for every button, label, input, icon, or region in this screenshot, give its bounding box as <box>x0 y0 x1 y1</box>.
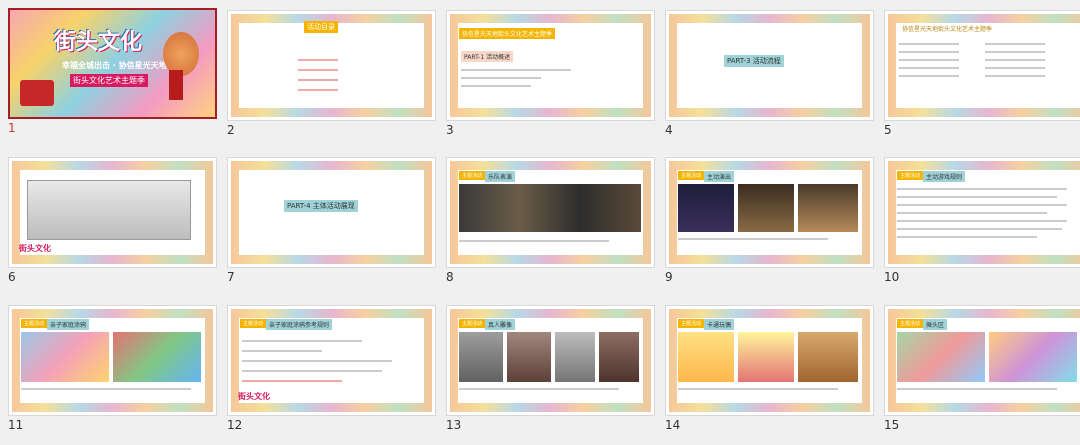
teddy-bear-photo <box>798 332 858 382</box>
floor-plan-image <box>27 180 191 240</box>
slide-sorter-grid: 街头文化 幸福全城出击 · 协信星光天地 街头文化艺术主题季 1 活动目录 2 … <box>0 0 1080 432</box>
slide-1-canvas[interactable]: 街头文化 幸福全城出击 · 协信星光天地 街头文化艺术主题季 <box>8 8 217 119</box>
slide-3-canvas[interactable]: 协信星光天地街头文化艺术主题季 PART-1 活动概述 <box>446 10 655 121</box>
stall-photo-2 <box>989 332 1077 382</box>
section-label: PART-1 活动概述 <box>461 51 514 62</box>
brand-logo: 街头文化 <box>238 392 270 401</box>
slide-number: 11 <box>8 418 24 432</box>
slide-thumb-14[interactable]: 主题活动 卡通玩偶 14 <box>665 305 874 445</box>
slide-thumb-12[interactable]: 主题活动 亲子家庭涂鸦参考规则 街头文化 12 <box>227 305 436 445</box>
slide-thumb-1[interactable]: 街头文化 幸福全城出击 · 协信星光天地 街头文化艺术主题季 1 <box>8 8 217 148</box>
slide-4-canvas[interactable]: PART-3 活动流程 <box>665 10 874 121</box>
activity-tag: 主题活动 <box>21 319 48 328</box>
slide-heading: 主动游戏规则 <box>923 171 966 182</box>
slide-8-canvas[interactable]: 主题活动 乐队表演 <box>446 157 655 268</box>
activity-tag: 主题活动 <box>897 319 924 328</box>
slide-thumb-11[interactable]: 主题活动 亲子家庭涂鸦 11 <box>8 305 217 445</box>
slide-heading: 真人雕像 <box>485 319 516 330</box>
slide-number: 10 <box>884 270 900 284</box>
slide-title: 协信星光天地街头文化艺术主题季 <box>459 28 556 39</box>
stage-photo-2 <box>738 184 794 232</box>
slide-6-canvas[interactable]: 街头文化 <box>8 157 217 268</box>
postbox-illustration <box>169 70 183 100</box>
activity-tag: 主题活动 <box>897 171 924 180</box>
slide-number: 5 <box>884 123 892 137</box>
slide-number: 14 <box>665 418 681 432</box>
slide-14-canvas[interactable]: 主题活动 卡通玩偶 <box>665 305 874 416</box>
slide-thumb-8[interactable]: 主题活动 乐队表演 8 <box>446 157 655 297</box>
slide-thumb-3[interactable]: 协信星光天地街头文化艺术主题季 PART-1 活动概述 3 <box>446 10 655 150</box>
slide-2-canvas[interactable]: 活动目录 <box>227 10 436 121</box>
slide-9-canvas[interactable]: 主题活动 主动演出 <box>665 157 874 268</box>
slide-number: 12 <box>227 418 243 432</box>
slide-number: 13 <box>446 418 462 432</box>
mascot-photo-2 <box>738 332 794 382</box>
activity-tag: 主题活动 <box>240 319 267 328</box>
slide-number: 9 <box>665 270 673 284</box>
slide-heading: 乐队表演 <box>485 171 516 182</box>
slide-heading: 主动演出 <box>704 171 735 182</box>
slide-number: 2 <box>227 123 235 137</box>
slide-number: 6 <box>8 270 16 284</box>
slide-5-canvas[interactable]: 协信星光天地街头文化艺术主题季 <box>884 10 1080 121</box>
bus-illustration <box>20 80 54 106</box>
slide-10-canvas[interactable]: 主题活动 主动游戏规则 <box>884 157 1080 268</box>
slide-12-canvas[interactable]: 主题活动 亲子家庭涂鸦参考规则 街头文化 <box>227 305 436 416</box>
mascot-photo-1 <box>678 332 734 382</box>
section-label: PART-4 主体活动展现 <box>284 200 358 212</box>
section-label: PART-3 活动流程 <box>724 55 784 67</box>
slide-thumb-4[interactable]: PART-3 活动流程 4 <box>665 10 874 150</box>
activity-tag: 主题活动 <box>459 319 486 328</box>
stage-photo-3 <box>798 184 858 232</box>
slide-13-canvas[interactable]: 主题活动 真人雕像 <box>446 305 655 416</box>
slide-thumb-9[interactable]: 主题活动 主动演出 9 <box>665 157 874 297</box>
slide-heading: 卡通玩偶 <box>704 319 735 330</box>
slide-heading: 亲子家庭涂鸦参考规则 <box>266 319 333 330</box>
slide-7-canvas[interactable]: PART-4 主体活动展现 <box>227 157 436 268</box>
statue-photo-4 <box>599 332 639 382</box>
slide-heading: 摊头区 <box>923 319 948 330</box>
graffiti-photo-1 <box>21 332 109 382</box>
slide-number: 4 <box>665 123 673 137</box>
slide-number: 3 <box>446 123 454 137</box>
cover-title: 街头文化 <box>54 30 143 55</box>
statue-photo-2 <box>507 332 551 382</box>
activity-tag: 主题活动 <box>678 319 705 328</box>
cover-subtitle: 幸福全城出击 · 协信星光天地 <box>62 61 167 70</box>
stage-photo-1 <box>678 184 734 232</box>
activity-tag: 主题活动 <box>459 171 486 180</box>
toc-heading: 活动目录 <box>304 21 338 33</box>
cover-theme: 街头文化艺术主题季 <box>70 74 148 87</box>
slide-number: 7 <box>227 270 235 284</box>
slide-thumb-15[interactable]: 主题活动 摊头区 15 <box>884 305 1080 445</box>
band-photo <box>459 184 641 232</box>
slide-heading: 亲子家庭涂鸦 <box>47 319 90 330</box>
stall-photo-1 <box>897 332 985 382</box>
slide-11-canvas[interactable]: 主题活动 亲子家庭涂鸦 <box>8 305 217 416</box>
slide-title: 协信星光天地街头文化艺术主题季 <box>902 26 993 33</box>
graffiti-photo-2 <box>113 332 201 382</box>
statue-photo-3 <box>555 332 595 382</box>
slide-thumb-7[interactable]: PART-4 主体活动展现 7 <box>227 157 436 297</box>
slide-thumb-6[interactable]: 街头文化 6 <box>8 157 217 297</box>
slide-thumb-13[interactable]: 主题活动 真人雕像 13 <box>446 305 655 445</box>
activity-tag: 主题活动 <box>678 171 705 180</box>
slide-number: 15 <box>884 418 900 432</box>
slide-number: 8 <box>446 270 454 284</box>
slide-15-canvas[interactable]: 主题活动 摊头区 <box>884 305 1080 416</box>
statue-photo-1 <box>459 332 503 382</box>
slide-thumb-2[interactable]: 活动目录 2 <box>227 10 436 150</box>
brand-logo: 街头文化 <box>19 244 51 253</box>
slide-number: 1 <box>8 121 16 135</box>
slide-thumb-5[interactable]: 协信星光天地街头文化艺术主题季 5 <box>884 10 1080 150</box>
slide-thumb-10[interactable]: 主题活动 主动游戏规则 10 <box>884 157 1080 297</box>
